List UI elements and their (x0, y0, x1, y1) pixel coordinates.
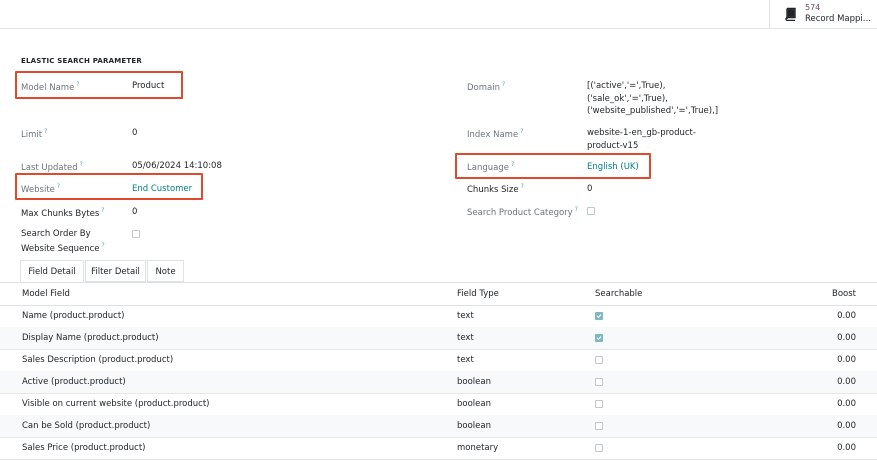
cell-boost: 0.00 (837, 311, 856, 321)
cell-model-field: Name (product.product) (22, 311, 125, 321)
column-header-model-field[interactable]: Model Field (22, 289, 70, 299)
cell-boost: 0.00 (837, 421, 856, 431)
domain-line: ('website_published','=',True),] (587, 106, 719, 116)
search-product-category-label: Search Product Category? (467, 206, 578, 218)
cell-field-type: text (457, 333, 474, 343)
tab-note[interactable]: Note (147, 260, 184, 282)
control-panel (0, 0, 877, 29)
cell-model-field: Visible on current website (product.prod… (22, 399, 210, 409)
cell-boost: 0.00 (837, 443, 856, 453)
cell-field-type: text (457, 355, 474, 365)
help-tooltip-icon[interactable]: ? (520, 128, 523, 135)
domain-line: ('sale_ok','=',True), (587, 93, 668, 104)
check-icon (596, 336, 602, 341)
check-icon (596, 314, 602, 319)
record-mapping-smart-button[interactable]: 574 Record Mappi... (769, 0, 877, 28)
cell-searchable-checkbox[interactable] (595, 422, 603, 430)
help-tooltip-icon[interactable]: ? (102, 242, 105, 249)
domain-value[interactable]: [('active','=',True), ('sale_ok','=',Tru… (587, 80, 718, 118)
cell-model-field: Sales Description (product.product) (22, 355, 174, 365)
max-chunks-bytes-value[interactable]: 0 (132, 207, 137, 217)
column-header-field-type[interactable]: Field Type (457, 289, 499, 299)
help-tooltip-icon[interactable]: ? (502, 81, 505, 88)
cell-field-type: monetary (457, 443, 499, 453)
search-product-category-checkbox[interactable] (587, 207, 595, 215)
cell-searchable-checkbox[interactable] (595, 378, 603, 386)
help-tooltip-icon[interactable]: ? (575, 206, 578, 213)
highlight-box-language (455, 153, 651, 179)
help-tooltip-icon[interactable]: ? (80, 161, 83, 168)
cell-model-field: Active (product.product) (22, 377, 126, 387)
cell-searchable-checkbox[interactable] (595, 334, 603, 342)
table-row[interactable]: Sales Price (product.product) monetary 0.0… (0, 437, 877, 460)
cell-field-type: text (457, 311, 474, 321)
search-order-checkbox[interactable] (132, 230, 140, 238)
index-name-value[interactable]: website-1-en_gb-product- product-v15 (587, 127, 696, 152)
highlight-box-model-name (15, 71, 183, 99)
index-name-line: website-1-en_gb-product- (587, 128, 696, 138)
tab-filter-detail[interactable]: Filter Detail (85, 260, 146, 282)
help-tooltip-icon[interactable]: ? (521, 183, 524, 190)
book-icon (785, 7, 796, 21)
cell-field-type: boolean (457, 421, 491, 431)
smart-button-label: Record Mappi... (805, 14, 871, 24)
domain-line: [('active','=',True), (587, 81, 666, 91)
limit-value[interactable]: 0 (132, 128, 137, 138)
help-tooltip-icon[interactable]: ? (101, 207, 104, 214)
column-header-searchable[interactable]: Searchable (595, 289, 642, 299)
help-tooltip-icon[interactable]: ? (44, 128, 47, 135)
cell-model-field: Sales Price (product.product) (22, 443, 146, 453)
cell-boost: 0.00 (837, 377, 856, 387)
table-row[interactable]: Display Name (product.product) text 0.00 (0, 327, 877, 350)
last-updated-value[interactable]: 05/06/2024 14:10:08 (132, 161, 222, 171)
cell-boost: 0.00 (837, 399, 856, 409)
index-name-label: Index Name? (467, 128, 524, 140)
table-row[interactable]: Sales Description (product.product) text 0… (0, 349, 877, 372)
cell-field-type: boolean (457, 399, 491, 409)
domain-label: Domain? (467, 81, 506, 93)
smart-button-count: 574 (805, 3, 821, 12)
table-row[interactable]: Visible on current website (product.prod… (0, 393, 877, 416)
cell-boost: 0.00 (837, 333, 856, 343)
highlight-box-website (15, 173, 203, 200)
cell-model-field: Can be Sold (product.product) (22, 421, 151, 431)
search-order-label-line1: Search Order By (21, 229, 91, 239)
search-order-label-line2: Website Sequence? (21, 242, 105, 254)
index-name-line: product-v15 (587, 140, 639, 151)
cell-searchable-checkbox[interactable] (595, 400, 603, 408)
cell-searchable-checkbox[interactable] (595, 312, 603, 320)
cell-model-field: Display Name (product.product) (22, 333, 159, 343)
cell-boost: 0.00 (837, 355, 856, 365)
max-chunks-bytes-label: Max Chunks Bytes? (21, 207, 105, 219)
cell-searchable-checkbox[interactable] (595, 444, 603, 452)
tab-field-detail[interactable]: Field Detail (20, 260, 84, 282)
cell-field-type: boolean (457, 377, 491, 387)
table-row[interactable]: Active (product.product) boolean 0.00 (0, 371, 877, 394)
section-title: ELASTIC SEARCH PARAMETER (21, 57, 142, 65)
chunks-size-label: Chunks Size? (467, 183, 524, 195)
table-header: Model Field Field Type Searchable Boost (0, 283, 877, 306)
table-row[interactable]: Name (product.product) text 0.00 (0, 305, 877, 328)
last-updated-label: Last Updated? (21, 161, 83, 173)
table-row[interactable]: Can be Sold (product.product) boolean 0.00 (0, 415, 877, 438)
limit-label: Limit? (21, 128, 48, 140)
column-header-boost[interactable]: Boost (832, 289, 856, 299)
cell-searchable-checkbox[interactable] (595, 356, 603, 364)
chunks-size-value[interactable]: 0 (587, 184, 592, 194)
